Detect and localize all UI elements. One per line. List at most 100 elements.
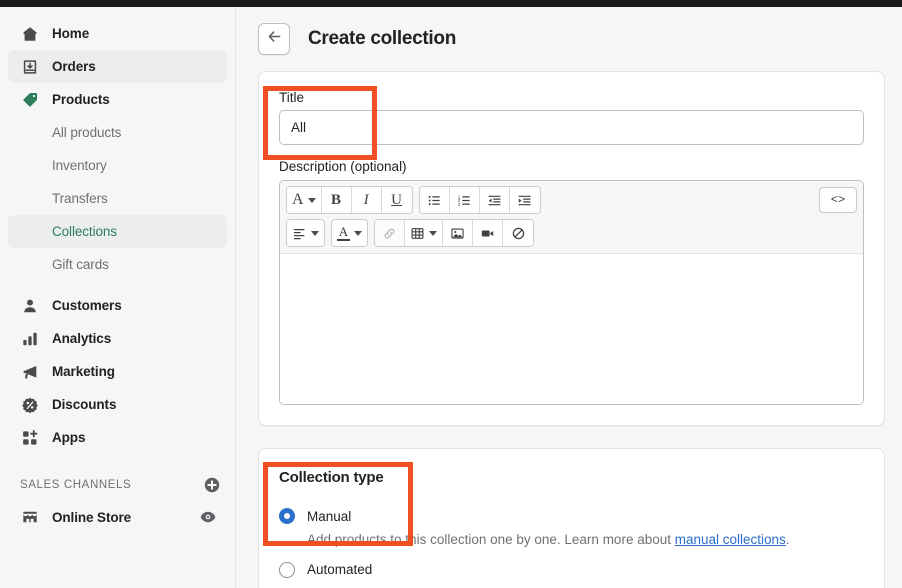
radio-label: Manual xyxy=(307,508,352,524)
text-color-group: A xyxy=(331,219,368,247)
align-group xyxy=(286,219,325,247)
sidebar-item-customers[interactable]: Customers xyxy=(8,289,227,322)
sidebar-subitem-label: Collections xyxy=(52,224,117,239)
editor-toolbar: A B I U 1 2 3 <> A xyxy=(280,181,863,254)
sidebar-item-label: Online Store xyxy=(52,509,132,525)
radio-label: Automated xyxy=(307,562,373,578)
sidebar-subitem-label: Gift cards xyxy=(52,257,109,272)
sidebar-item-label: Orders xyxy=(52,59,96,74)
insert-table-dropdown[interactable] xyxy=(405,220,443,246)
manual-collections-link[interactable]: manual collections xyxy=(675,532,786,547)
indent-button[interactable] xyxy=(509,187,540,213)
radio-manual[interactable] xyxy=(279,508,295,524)
italic-icon: I xyxy=(363,191,369,208)
sidebar-item-label: Marketing xyxy=(52,364,115,379)
sales-channels-header: SALES CHANNELS xyxy=(20,476,221,494)
indent-icon xyxy=(518,195,531,205)
page-title: Create collection xyxy=(308,28,457,49)
outdent-icon xyxy=(488,195,501,205)
sidebar-item-label: Analytics xyxy=(52,331,112,346)
sidebar-item-apps[interactable]: Apps xyxy=(8,421,227,454)
sidebar-item-products[interactable]: Products xyxy=(8,83,227,116)
sidebar-item-discounts[interactable]: Discounts xyxy=(8,388,227,421)
italic-button[interactable]: I xyxy=(351,187,382,213)
insert-video-button[interactable] xyxy=(473,220,503,246)
insert-link-button[interactable] xyxy=(375,220,405,246)
sidebar-subitem-label: All products xyxy=(52,125,122,140)
title-field-label: Title xyxy=(279,90,305,105)
text-format-group: A B I U xyxy=(286,186,413,214)
sidebar-subitem-all-products[interactable]: All products xyxy=(8,116,227,149)
bold-icon: B xyxy=(331,191,342,208)
text-color-icon: A xyxy=(337,224,350,241)
sidebar-item-label: Customers xyxy=(52,298,122,313)
sidebar-item-label: Products xyxy=(52,92,110,107)
sidebar-subitem-label: Transfers xyxy=(52,191,108,206)
sidebar-subitem-label: Inventory xyxy=(52,158,107,173)
table-icon xyxy=(411,227,424,239)
toolbar-row-2: A xyxy=(286,219,857,247)
back-button[interactable] xyxy=(258,23,290,55)
customers-icon xyxy=(20,296,40,316)
chevron-down-icon xyxy=(429,230,437,236)
description-editor-body[interactable] xyxy=(280,254,863,404)
shopify-admin-window: Home Orders Products All products Invent… xyxy=(0,0,902,588)
chevron-down-icon xyxy=(311,230,319,236)
sidebar-item-analytics[interactable]: Analytics xyxy=(8,322,227,355)
clear-formatting-button[interactable] xyxy=(503,220,533,246)
analytics-icon xyxy=(20,329,40,349)
list-bullet-icon xyxy=(428,195,440,205)
image-icon xyxy=(451,227,464,239)
sidebar-item-label: Home xyxy=(52,26,90,41)
insert-image-button[interactable] xyxy=(443,220,473,246)
sidebar-subitem-collections[interactable]: Collections xyxy=(8,215,227,248)
collection-type-option-manual[interactable]: Manual xyxy=(279,508,864,524)
view-html-button[interactable]: <> xyxy=(819,187,857,213)
underline-icon: U xyxy=(391,191,402,208)
radio-automated[interactable] xyxy=(279,561,295,578)
outdent-button[interactable] xyxy=(479,187,510,213)
sidebar-subitem-inventory[interactable]: Inventory xyxy=(8,149,227,182)
eye-icon[interactable] xyxy=(199,508,217,526)
collection-type-option-automated[interactable]: Automated xyxy=(279,561,864,578)
font-style-dropdown[interactable]: A xyxy=(287,187,322,213)
main-sidebar: Home Orders Products All products Invent… xyxy=(0,7,236,588)
chevron-down-icon xyxy=(354,230,362,236)
sidebar-item-label: Apps xyxy=(52,430,86,445)
align-left-icon xyxy=(293,228,305,239)
manual-helper-text: Add products to this collection one by o… xyxy=(307,530,864,550)
sidebar-item-orders[interactable]: Orders xyxy=(8,50,227,83)
chevron-down-icon xyxy=(307,197,316,203)
page-header: Create collection xyxy=(237,7,902,55)
orders-icon xyxy=(20,57,40,77)
toolbar-row-1: A B I U 1 2 3 <> xyxy=(286,186,857,214)
collection-type-card: Collection type Manual Add products to t… xyxy=(258,448,885,588)
apps-icon xyxy=(20,428,40,448)
svg-text:3: 3 xyxy=(457,201,460,206)
sidebar-item-home[interactable]: Home xyxy=(8,17,227,50)
manual-helper-prefix: Add products to this collection one by o… xyxy=(307,532,675,547)
bold-button[interactable]: B xyxy=(321,187,352,213)
marketing-megaphone-icon xyxy=(20,362,40,382)
discounts-icon xyxy=(20,395,40,415)
numbered-list-button[interactable]: 1 2 3 xyxy=(449,187,480,213)
sidebar-subitem-gift-cards[interactable]: Gift cards xyxy=(8,248,227,281)
bulleted-list-button[interactable] xyxy=(419,187,450,213)
underline-button[interactable]: U xyxy=(381,187,412,213)
sidebar-item-label: Discounts xyxy=(52,397,117,412)
sales-channels-title: SALES CHANNELS xyxy=(20,479,132,491)
plus-circle-icon[interactable] xyxy=(203,476,221,494)
video-icon xyxy=(481,230,494,236)
collection-type-heading: Collection type xyxy=(279,469,384,486)
sidebar-item-online-store[interactable]: Online Store xyxy=(8,500,227,534)
title-input[interactable] xyxy=(279,110,864,145)
storefront-icon xyxy=(20,507,40,527)
manual-helper-suffix: . xyxy=(785,532,790,547)
home-icon xyxy=(20,24,40,44)
main-content: Create collection Title Description (opt… xyxy=(237,7,902,588)
align-dropdown[interactable] xyxy=(287,220,324,246)
sidebar-item-marketing[interactable]: Marketing xyxy=(8,355,227,388)
text-color-dropdown[interactable]: A xyxy=(332,220,367,246)
link-icon xyxy=(384,228,395,238)
sidebar-subitem-transfers[interactable]: Transfers xyxy=(8,182,227,215)
